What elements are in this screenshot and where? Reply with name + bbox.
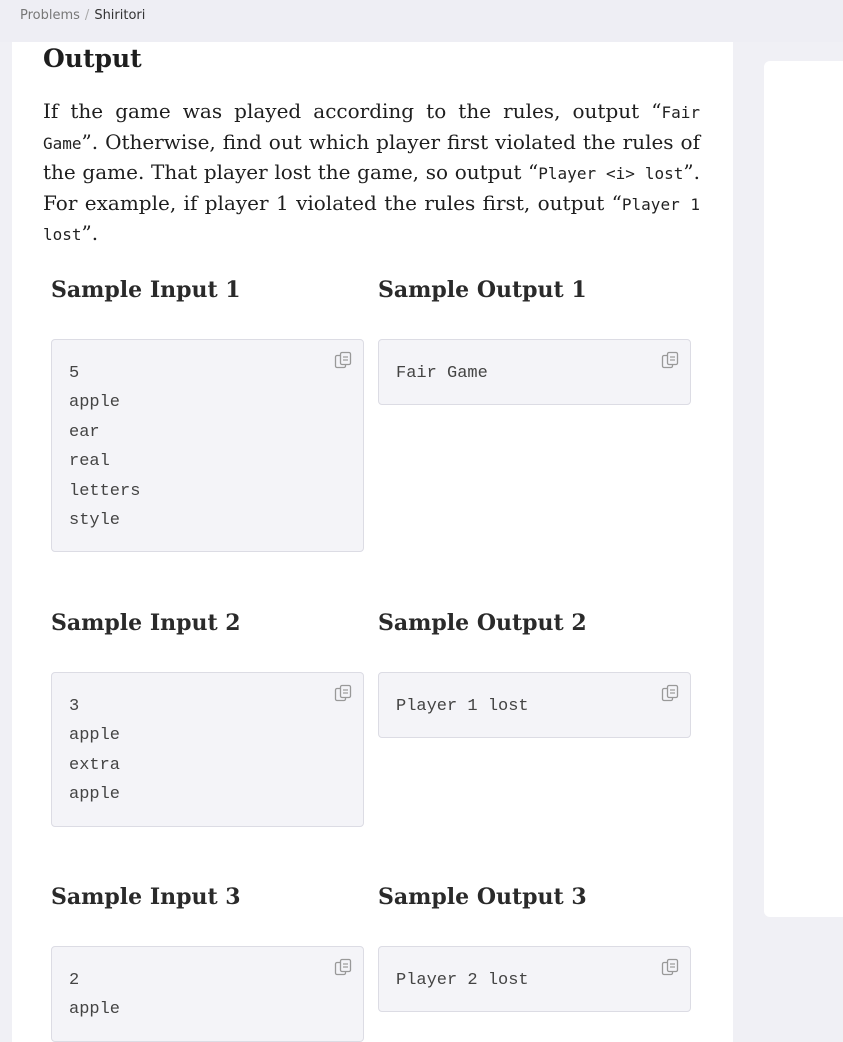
breadcrumb-separator: / [84, 8, 90, 23]
top-bar: Problems / Shiritori [0, 0, 843, 42]
side-panel [764, 61, 843, 917]
copy-icon[interactable] [660, 350, 680, 370]
output-section-title: Output [43, 44, 142, 73]
sample-input-3-box: 2 apple [51, 946, 364, 1042]
sample-output-3-box: Player 2 lost [378, 946, 691, 1012]
sample-input-1-box: 5 apple ear real letters style [51, 339, 364, 552]
sample-output-1-box: Fair Game [378, 339, 691, 405]
sample-output-2-title: Sample Output 2 [378, 610, 587, 636]
breadcrumb-problems-link[interactable]: Problems [20, 8, 80, 23]
sample-output-1-text: Fair Game [396, 364, 488, 383]
player-lost-code: Player <i> lost [538, 164, 684, 183]
sample-output-3-text: Player 2 lost [396, 971, 529, 990]
sample-input-3-text: 2 apple [69, 971, 121, 1020]
problem-statement-card: Output If the game was played according … [12, 42, 733, 1042]
copy-icon[interactable] [660, 957, 680, 977]
sample-input-1-text: 5 apple ear real letters style [69, 364, 141, 531]
output-text-4: ”. [81, 221, 99, 245]
output-text-1: If the game was played according to the … [43, 99, 662, 123]
sample-output-1-title: Sample Output 1 [378, 277, 587, 303]
breadcrumb-current: Shiritori [94, 8, 146, 23]
sample-input-2-text: 3 apple extra apple [69, 697, 121, 805]
output-description: If the game was played according to the … [43, 97, 700, 250]
sample-input-1-title: Sample Input 1 [51, 277, 241, 303]
sample-input-2-box: 3 apple extra apple [51, 672, 364, 827]
copy-icon[interactable] [333, 957, 353, 977]
copy-icon[interactable] [333, 683, 353, 703]
sample-output-2-box: Player 1 lost [378, 672, 691, 738]
sample-input-2-title: Sample Input 2 [51, 610, 241, 636]
sample-output-3-title: Sample Output 3 [378, 884, 587, 910]
copy-icon[interactable] [333, 350, 353, 370]
sample-input-3-title: Sample Input 3 [51, 884, 241, 910]
copy-icon[interactable] [660, 683, 680, 703]
breadcrumb: Problems / Shiritori [20, 8, 145, 23]
sample-output-2-text: Player 1 lost [396, 697, 529, 716]
